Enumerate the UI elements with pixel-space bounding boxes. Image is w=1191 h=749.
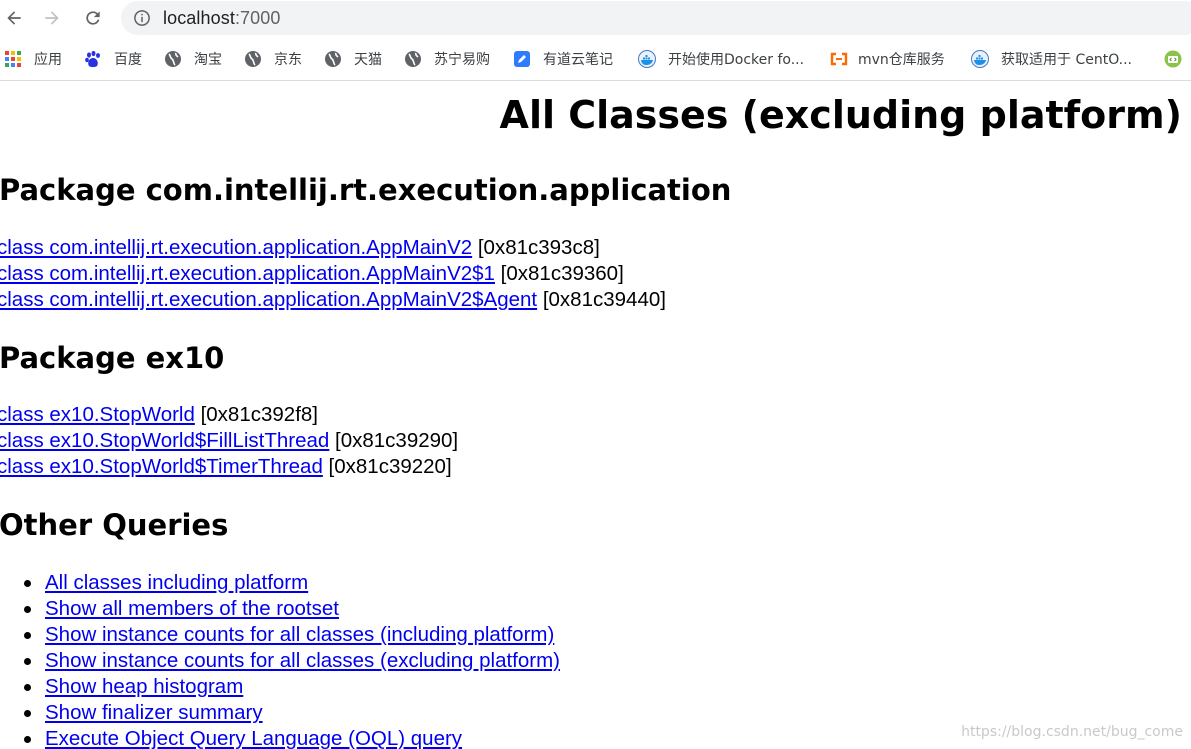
- query-link[interactable]: Show heap histogram: [45, 675, 243, 699]
- class-link[interactable]: class ex10.StopWorld$FillListThread: [0, 429, 329, 452]
- bookmark-label: 苏宁易购: [434, 52, 490, 68]
- address-bar[interactable]: localhost:7000: [121, 1, 1191, 35]
- bullet-icon: [24, 580, 31, 587]
- arrow-left-icon: [7, 11, 21, 25]
- other-queries-heading: Other Queries: [0, 508, 229, 542]
- docker-icon: [638, 50, 656, 68]
- class-link[interactable]: class ex10.StopWorld: [0, 403, 195, 426]
- apps-grid-icon: [4, 50, 22, 68]
- back-button[interactable]: [0, 4, 28, 32]
- class-address: [0x81c393c8]: [472, 236, 600, 259]
- bookmark-label: mvn仓库服务: [858, 52, 945, 68]
- bookmark-label: 百度: [114, 52, 142, 68]
- browser-toolbar: localhost:7000: [0, 0, 1191, 37]
- class-link[interactable]: class com.intellij.rt.execution.applicat…: [0, 288, 537, 311]
- docker-icon: [971, 50, 989, 68]
- globe-icon: [244, 50, 262, 68]
- class-entry: class com.intellij.rt.execution.applicat…: [0, 236, 600, 260]
- bookmark-taobao[interactable]: 淘宝: [164, 44, 222, 74]
- class-entry: class com.intellij.rt.execution.applicat…: [0, 262, 624, 286]
- bookmark-tmall[interactable]: 天猫: [324, 44, 382, 74]
- code-icon: [1164, 50, 1182, 68]
- query-link[interactable]: All classes including platform: [45, 571, 308, 595]
- baidu-paw-icon: [84, 50, 102, 68]
- aliyun-icon: [830, 50, 848, 68]
- bookmark-youdao-note[interactable]: 有道云笔记: [513, 44, 613, 74]
- query-link[interactable]: Show finalizer summary: [45, 701, 263, 725]
- forward-button[interactable]: [38, 4, 66, 32]
- bookmark-label: 开始使用Docker fo...: [668, 52, 805, 68]
- bookmark-label: 有道云笔记: [543, 52, 613, 68]
- page-content: All Classes (excluding platform) Package…: [0, 81, 1191, 749]
- bookmark-code[interactable]: [1164, 44, 1191, 74]
- url-host: localhost: [163, 8, 235, 28]
- globe-icon: [404, 50, 422, 68]
- class-link[interactable]: class com.intellij.rt.execution.applicat…: [0, 236, 472, 259]
- bullet-icon: [24, 606, 31, 613]
- class-address: [0x81c39440]: [537, 288, 666, 311]
- url-port: :7000: [234, 8, 281, 28]
- query-link[interactable]: Show instance counts for all classes (in…: [45, 623, 554, 647]
- class-entry: class ex10.StopWorld [0x81c392f8]: [0, 403, 318, 427]
- bookmark-label: 淘宝: [194, 52, 222, 68]
- bookmark-apps[interactable]: 应用: [4, 44, 62, 74]
- bookmark-baidu[interactable]: 百度: [84, 44, 142, 74]
- class-entry: class ex10.StopWorld$TimerThread [0x81c3…: [0, 455, 452, 479]
- bullet-icon: [24, 736, 31, 743]
- reload-button[interactable]: [79, 4, 107, 32]
- bookmark-mvn-repo[interactable]: mvn仓库服务: [830, 44, 945, 74]
- class-address: [0x81c39360]: [494, 262, 624, 285]
- bookmark-centos-docker[interactable]: 获取适用于 CentO...: [971, 44, 1132, 74]
- class-entry: class ex10.StopWorld$FillListThread [0x8…: [0, 429, 458, 453]
- bookmark-label: 应用: [34, 52, 62, 68]
- note-icon: [513, 50, 531, 68]
- query-link[interactable]: Execute Object Query Language (OQL) quer…: [45, 727, 462, 749]
- query-link[interactable]: Show instance counts for all classes (ex…: [45, 649, 560, 673]
- package-heading: Package ex10: [0, 341, 225, 375]
- reload-icon: [86, 11, 100, 25]
- bullet-icon: [24, 710, 31, 717]
- bullet-icon: [24, 632, 31, 639]
- info-icon[interactable]: [133, 9, 151, 27]
- package-heading: Package com.intellij.rt.execution.applic…: [0, 173, 732, 207]
- bookmark-label: 天猫: [354, 52, 382, 68]
- class-address: [0x81c39220]: [322, 455, 452, 478]
- bookmark-label: 获取适用于 CentO...: [1001, 52, 1133, 68]
- class-link[interactable]: class ex10.StopWorld$TimerThread: [0, 455, 323, 478]
- page-title: All Classes (excluding platform): [499, 93, 1182, 137]
- bullet-icon: [24, 684, 31, 691]
- bookmark-jd[interactable]: 京东: [244, 44, 302, 74]
- bookmark-docker[interactable]: 开始使用Docker fo...: [638, 44, 804, 74]
- class-link[interactable]: class com.intellij.rt.execution.applicat…: [0, 262, 495, 285]
- watermark: https://blog.csdn.net/bug_come: [961, 724, 1183, 740]
- globe-icon: [324, 50, 342, 68]
- class-address: [0x81c39290]: [329, 429, 459, 452]
- bookmark-suning[interactable]: 苏宁易购: [404, 44, 490, 74]
- bullet-icon: [24, 658, 31, 665]
- class-entry: class com.intellij.rt.execution.applicat…: [0, 288, 666, 312]
- bookmarks-bar: 应用 百度 淘宝 京东 天猫 苏宁易购 有道云笔记 开始使用Docker fo.…: [0, 44, 1191, 74]
- class-address: [0x81c392f8]: [194, 403, 318, 426]
- arrow-right-icon: [45, 11, 59, 25]
- bookmark-label: 京东: [274, 52, 302, 68]
- url-text[interactable]: localhost:7000: [163, 8, 281, 29]
- query-link[interactable]: Show all members of the rootset: [45, 597, 339, 621]
- globe-icon: [164, 50, 182, 68]
